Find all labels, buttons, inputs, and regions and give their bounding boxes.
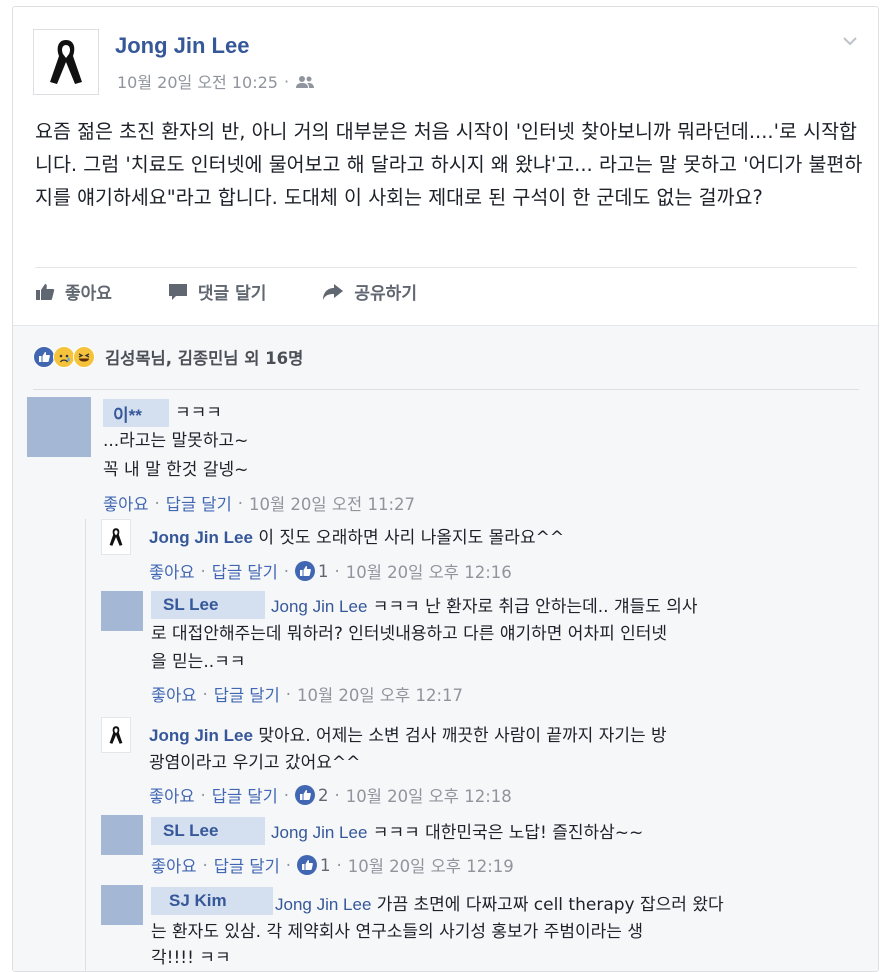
comment-text: ...라고는 말못하고~: [103, 431, 249, 451]
reply-text: Jong Jin Lee 이 짓도 오래하면 사리 나올지도 몰라요^^: [149, 524, 564, 552]
share-arrow-icon: [323, 283, 344, 300]
post-body: 요즘 젊은 초진 환자의 반, 아니 거의 대부분은 처음 시작이 '인터넷 찾…: [35, 120, 863, 209]
sad-icon: [53, 346, 75, 368]
reactions-summary[interactable]: 김성목님, 김종민님 외 16명: [33, 345, 303, 369]
reply-author-name[interactable]: SL Lee: [151, 591, 265, 619]
post-action-bar: 좋아요 댓글 달기 공유하기: [35, 279, 417, 304]
reply-author-name[interactable]: Jong Jin Lee: [149, 726, 253, 745]
reply-author-avatar[interactable]: [101, 815, 143, 855]
like-count-badge[interactable]: 1: [295, 561, 329, 581]
comment-like-link[interactable]: 좋아요: [103, 491, 149, 515]
thumbs-up-icon: [36, 283, 55, 300]
reply-like-link[interactable]: 좋아요: [151, 853, 197, 877]
reply-timestamp[interactable]: 10월 20일 오후 12:19: [348, 853, 514, 877]
like-button[interactable]: 좋아요: [35, 279, 112, 304]
reply-text: Jong Jin Lee ㅋㅋㅋ 난 환자로 취급 안하는데.. 걔들도 의사: [271, 597, 698, 617]
reply-meta: 좋아요 · 답글 달기 · 1 · 10월 20일 오후 12:19: [151, 853, 514, 877]
reply-author-avatar[interactable]: [101, 717, 131, 753]
haha-icon: [73, 346, 95, 368]
share-button[interactable]: 공유하기: [322, 279, 417, 304]
reply-timestamp[interactable]: 10월 20일 오후 12:16: [346, 559, 512, 583]
reply-reply-link[interactable]: 답글 달기: [214, 682, 280, 706]
reply-author-name[interactable]: SJ Kim: [151, 887, 273, 915]
reply-author-avatar[interactable]: [101, 519, 131, 555]
post-author-name[interactable]: Jong Jin Lee: [115, 33, 249, 59]
reactions-summary-text: 김성목님, 김종민님 외 16명: [105, 349, 304, 368]
reply-like-link[interactable]: 좋아요: [151, 682, 197, 706]
mention-link[interactable]: Jong Jin Lee: [271, 823, 367, 842]
reply-text: 로 대접안해주는데 뭐하러? 인터넷내용하고 다른 얘기하면 어차피 인터넷: [151, 624, 668, 644]
black-ribbon-icon: [109, 528, 123, 546]
reply-thread-line: [85, 519, 86, 971]
comment-button[interactable]: 댓글 달기: [168, 279, 266, 304]
divider: [35, 267, 857, 268]
reply-timestamp[interactable]: 10월 20일 오후 12:18: [346, 783, 512, 807]
commenter-avatar[interactable]: [27, 397, 91, 457]
reply-text: 각!!!! ㅋㅋ: [151, 948, 231, 968]
author-avatar[interactable]: [33, 29, 99, 95]
like-button-label: 좋아요: [65, 284, 112, 304]
reply-meta: 좋아요 · 답글 달기 · 1 · 10월 20일 오후 12:16: [149, 559, 512, 583]
reply-text: Jong Jin Lee ㅋㅋㅋ 대한민국은 노답! 즐진하삼~~: [271, 823, 644, 843]
like-icon: [295, 561, 316, 581]
like-count-badge[interactable]: 1: [297, 855, 331, 875]
reply-meta: 좋아요 · 답글 달기 · 2 · 10월 20일 오후 12:18: [149, 783, 512, 807]
black-ribbon-icon: [50, 40, 82, 84]
reply-like-link[interactable]: 좋아요: [149, 559, 195, 583]
reply-text: 광염이라고 우기고 갔어요^^: [149, 753, 361, 773]
reply-author-avatar[interactable]: [101, 885, 143, 925]
post-card: Jong Jin Lee 10월 20일 오전 10:25 · 요즘 젊은 초진…: [12, 6, 879, 972]
reply-text: 을 믿는..ㅋㅋ: [151, 652, 246, 672]
chevron-down-icon[interactable]: [842, 33, 858, 49]
reply-text: Jong Jin Lee 맞아요. 어제는 소변 검사 깨끗한 사람이 끝까지 …: [149, 726, 667, 746]
divider: [33, 389, 859, 390]
mention-link[interactable]: Jong Jin Lee: [271, 597, 367, 616]
reply-text: 는 환자도 있삼. 각 제약회사 연구소들의 사기성 홍보가 주범이라는 생: [151, 922, 643, 942]
comment-author-name[interactable]: 이**: [103, 399, 169, 427]
mention-link[interactable]: Jong Jin Lee: [275, 895, 371, 914]
friends-icon[interactable]: [295, 74, 315, 88]
reply-meta: 좋아요 · 답글 달기 · 10월 20일 오후 12:17: [151, 682, 463, 706]
like-count-badge[interactable]: 2: [295, 785, 329, 805]
reply-author-avatar[interactable]: [101, 591, 143, 631]
reply-like-link[interactable]: 좋아요: [149, 783, 195, 807]
comment-meta: 좋아요 · 답글 달기 · 10월 20일 오전 11:27: [103, 491, 415, 515]
reply-reply-link[interactable]: 답글 달기: [212, 559, 278, 583]
reply-timestamp[interactable]: 10월 20일 오후 12:17: [297, 682, 463, 706]
reply-author-name[interactable]: SL Lee: [151, 817, 265, 845]
like-icon: [295, 785, 316, 805]
share-button-label: 공유하기: [354, 284, 417, 304]
comment-text: ㅋㅋㅋ: [175, 403, 222, 423]
reply-reply-link[interactable]: 답글 달기: [214, 853, 280, 877]
comment-reply-link[interactable]: 답글 달기: [166, 491, 232, 515]
reply-body: 이 짓도 오래하면 사리 나올지도 몰라요^^: [252, 528, 565, 548]
like-icon: [33, 346, 55, 368]
post-meta: 10월 20일 오전 10:25 ·: [117, 69, 315, 93]
comment-text: 꼭 내 말 한것 갈넹~: [103, 460, 249, 480]
post-timestamp[interactable]: 10월 20일 오전 10:25: [117, 69, 278, 93]
reply-text: Jong Jin Lee 가끔 초면에 다짜고짜 cell therapy 잡으…: [275, 895, 724, 915]
reply-author-name[interactable]: Jong Jin Lee: [149, 528, 253, 547]
comment-timestamp[interactable]: 10월 20일 오전 11:27: [249, 491, 415, 515]
comment-bubble-icon: [168, 283, 187, 300]
like-icon: [297, 855, 318, 875]
reply-reply-link[interactable]: 답글 달기: [212, 783, 278, 807]
black-ribbon-icon: [109, 726, 123, 744]
post-header-area: Jong Jin Lee 10월 20일 오전 10:25 · 요즘 젊은 초진…: [13, 7, 878, 325]
comment-button-label: 댓글 달기: [197, 284, 267, 304]
